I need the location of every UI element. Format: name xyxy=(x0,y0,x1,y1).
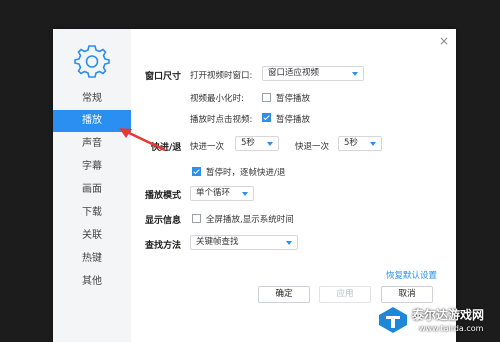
display-info-label: 显示信息 xyxy=(145,216,182,226)
sidebar-item-general[interactable]: 常规 xyxy=(53,88,131,110)
site-watermark: 泰尔达游戏网 www.tairda.com xyxy=(377,300,500,342)
chevron-down-icon xyxy=(352,72,358,76)
apply-button[interactable]: 应用 xyxy=(319,286,371,303)
minimize-label: 视频最小化时: xyxy=(190,94,244,104)
open-window-value: 窗口适应视频 xyxy=(268,68,320,78)
click-pause-checkbox[interactable] xyxy=(262,113,271,122)
chevron-down-icon xyxy=(370,142,376,146)
find-method-label: 查找方法 xyxy=(145,241,182,251)
window-size-label: 窗口尺寸 xyxy=(145,72,182,82)
forward-label: 快进一次 xyxy=(190,142,225,152)
watermark-logo-icon xyxy=(379,307,407,333)
watermark-title: 泰尔达游戏网 xyxy=(412,308,485,322)
show-time-label: 全屏播放,显示系统时间 xyxy=(206,215,294,225)
sidebar-item-association[interactable]: 关联 xyxy=(53,225,131,247)
chevron-down-icon xyxy=(286,241,292,245)
forward-select[interactable]: 5秒 xyxy=(235,136,279,151)
sidebar: 常规 播放 声音 字幕 画面 下载 关联 热键 其他 xyxy=(53,29,131,342)
find-method-value: 关键帧查找 xyxy=(196,237,239,247)
settings-dialog: 常规 播放 声音 字幕 画面 下载 关联 热键 其他 × 窗口尺寸 打开视频时窗… xyxy=(53,29,456,342)
find-method-select[interactable]: 关键帧查找 xyxy=(190,235,298,250)
watermark-url: www.tairda.com xyxy=(419,324,484,333)
play-mode-select[interactable]: 单个循环 xyxy=(190,186,254,201)
frame-step-checkbox[interactable] xyxy=(192,167,201,176)
sidebar-item-download[interactable]: 下载 xyxy=(53,202,131,224)
click-pause-label: 暂停播放 xyxy=(276,115,311,125)
sidebar-item-subtitle[interactable]: 字幕 xyxy=(53,156,131,178)
close-icon[interactable]: × xyxy=(439,34,449,48)
forward-value: 5秒 xyxy=(241,138,255,148)
sidebar-item-other[interactable]: 其他 xyxy=(53,271,131,293)
back-label: 快退一次 xyxy=(295,142,330,152)
annotation-arrow-icon xyxy=(119,128,166,152)
settings-gear-icon xyxy=(74,45,110,78)
chevron-down-icon xyxy=(267,142,273,146)
chevron-down-icon xyxy=(242,192,248,196)
back-select[interactable]: 5秒 xyxy=(338,136,382,151)
back-value: 5秒 xyxy=(344,138,358,148)
play-mode-label: 播放模式 xyxy=(145,191,182,201)
open-window-select[interactable]: 窗口适应视频 xyxy=(262,66,364,81)
frame-step-label: 暂停时，逐帧快进/退 xyxy=(206,168,286,178)
sidebar-item-hotkeys[interactable]: 热键 xyxy=(53,248,131,270)
show-time-checkbox[interactable] xyxy=(192,214,201,223)
sidebar-item-picture[interactable]: 画面 xyxy=(53,179,131,201)
restore-defaults-link[interactable]: 恢复默认设置 xyxy=(386,269,437,281)
minimize-pause-checkbox[interactable] xyxy=(262,93,271,102)
play-mode-value: 单个循环 xyxy=(196,188,231,198)
click-video-label: 播放时点击视频: xyxy=(190,115,253,125)
ok-button[interactable]: 确定 xyxy=(258,286,310,303)
open-window-label: 打开视频时窗口: xyxy=(190,71,253,81)
minimize-pause-label: 暂停播放 xyxy=(276,94,311,104)
